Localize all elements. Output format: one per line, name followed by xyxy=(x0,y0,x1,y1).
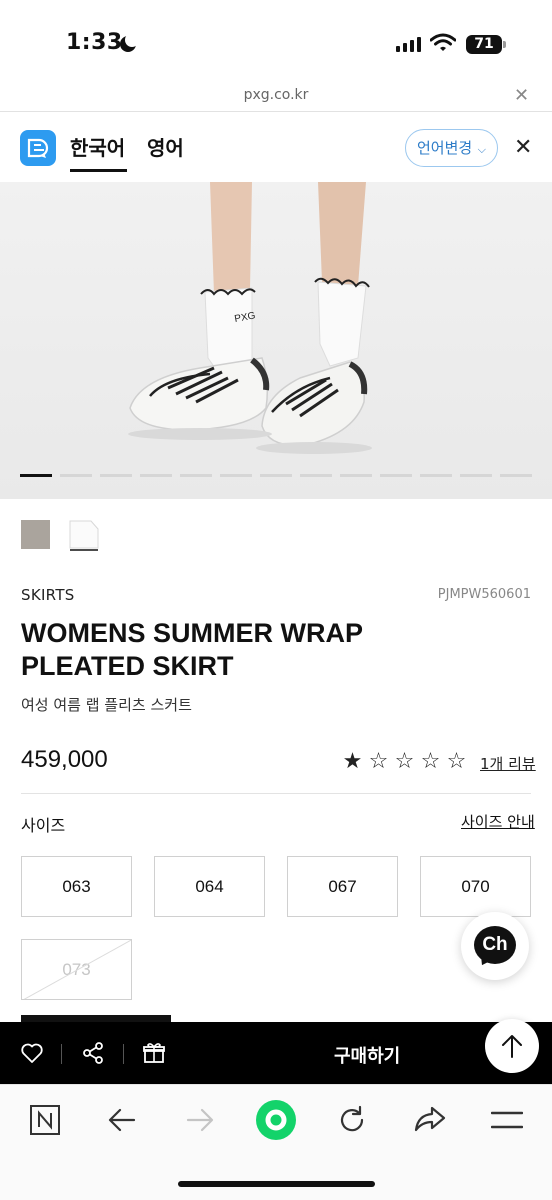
buy-button[interactable]: 구매하기 xyxy=(334,1042,400,1068)
share-icon[interactable] xyxy=(81,1041,105,1065)
product-subtitle: 여성 여름 랩 플리츠 스커트 xyxy=(21,696,192,714)
reviews-link[interactable]: 1개 리뷰 xyxy=(480,753,536,774)
star-empty-icon: ☆ xyxy=(420,749,441,774)
cellular-signal-icon xyxy=(396,36,421,52)
gallery-dot[interactable] xyxy=(500,474,532,477)
close-translate-icon[interactable]: ✕ xyxy=(514,135,532,160)
product-category: SKIRTS xyxy=(21,586,75,604)
gallery-pagination[interactable] xyxy=(20,474,532,477)
gallery-dot[interactable] xyxy=(340,474,372,477)
share-arrow-icon[interactable] xyxy=(414,1105,446,1133)
gallery-dot[interactable] xyxy=(380,474,412,477)
back-arrow-icon[interactable] xyxy=(108,1107,136,1133)
home-indicator xyxy=(178,1181,375,1187)
gallery-dot[interactable] xyxy=(100,474,132,477)
url-bar[interactable]: pxg.co.kr ✕ xyxy=(0,84,552,112)
size-option-073-soldout: 073 xyxy=(21,939,132,1000)
product-photo: PXG xyxy=(128,182,372,454)
battery-tip xyxy=(503,41,506,48)
chat-icon: Ch xyxy=(474,926,516,964)
gallery-dot[interactable] xyxy=(180,474,212,477)
translate-logo-icon xyxy=(20,130,56,166)
close-icon[interactable]: ✕ xyxy=(514,85,529,106)
gift-icon[interactable] xyxy=(142,1041,166,1065)
gallery-dot[interactable] xyxy=(60,474,92,477)
battery-icon: 71 xyxy=(466,35,502,54)
gallery-dot[interactable] xyxy=(300,474,332,477)
moon-icon xyxy=(120,33,139,52)
wifi-icon xyxy=(430,33,456,51)
size-option-070[interactable]: 070 xyxy=(420,856,531,917)
menu-icon[interactable] xyxy=(491,1110,523,1130)
gallery-dot[interactable] xyxy=(260,474,292,477)
product-image-gallery[interactable]: PXG xyxy=(0,182,552,499)
product-sku: PJMPW560601 xyxy=(437,587,531,602)
star-filled-icon: ★ xyxy=(342,749,363,774)
scroll-to-top-button[interactable] xyxy=(485,1019,539,1073)
language-bar: 한국어 영어 언어변경 ⌵ ✕ xyxy=(0,112,552,182)
naver-n-icon[interactable] xyxy=(30,1105,60,1135)
size-label: 사이즈 xyxy=(21,816,66,835)
green-home-icon[interactable] xyxy=(256,1100,296,1140)
product-title-line2: PLEATED SKIRT xyxy=(21,651,234,681)
tab-korean[interactable]: 한국어 xyxy=(70,132,125,161)
svg-text:PXG: PXG xyxy=(234,310,257,325)
product-title: WOMENS SUMMER WRAP PLEATED SKIRT xyxy=(21,617,521,683)
purchase-action-bar: 구매하기 xyxy=(0,1022,552,1084)
rating-stars: ★ ☆ ☆ ☆ ☆ xyxy=(341,749,468,775)
tab-english[interactable]: 영어 xyxy=(147,132,184,161)
gallery-dot[interactable] xyxy=(460,474,492,477)
url-text: pxg.co.kr xyxy=(243,87,309,103)
heart-icon[interactable] xyxy=(20,1041,44,1065)
product-price: 459,000 xyxy=(21,746,108,773)
star-empty-icon: ☆ xyxy=(394,749,415,774)
status-bar: 1:33 71 xyxy=(0,0,552,84)
channel-chat-button[interactable]: Ch xyxy=(461,912,529,980)
color-swatch-gray[interactable] xyxy=(21,520,50,549)
star-empty-icon: ☆ xyxy=(446,749,467,774)
size-option-064[interactable]: 064 xyxy=(154,856,265,917)
gallery-dot[interactable] xyxy=(420,474,452,477)
star-empty-icon: ☆ xyxy=(368,749,389,774)
separator xyxy=(123,1044,124,1064)
gallery-dot[interactable] xyxy=(220,474,252,477)
forward-arrow-icon xyxy=(186,1108,214,1132)
size-option-067[interactable]: 067 xyxy=(287,856,398,917)
gallery-dot[interactable] xyxy=(20,474,52,477)
reload-icon[interactable] xyxy=(337,1105,367,1135)
divider xyxy=(21,793,531,794)
language-change-button[interactable]: 언어변경 ⌵ xyxy=(405,129,498,167)
language-change-label: 언어변경 xyxy=(416,139,473,157)
active-tab-indicator xyxy=(70,169,127,172)
color-swatch-white[interactable] xyxy=(69,520,99,551)
separator xyxy=(61,1044,62,1064)
arrow-up-icon xyxy=(502,1035,522,1058)
size-option-063[interactable]: 063 xyxy=(21,856,132,917)
gallery-dot[interactable] xyxy=(140,474,172,477)
status-time: 1:33 xyxy=(66,30,123,55)
size-guide-link[interactable]: 사이즈 안내 xyxy=(461,811,535,832)
chevron-down-icon: ⌵ xyxy=(474,143,487,156)
product-title-line1: WOMENS SUMMER WRAP xyxy=(21,618,363,648)
